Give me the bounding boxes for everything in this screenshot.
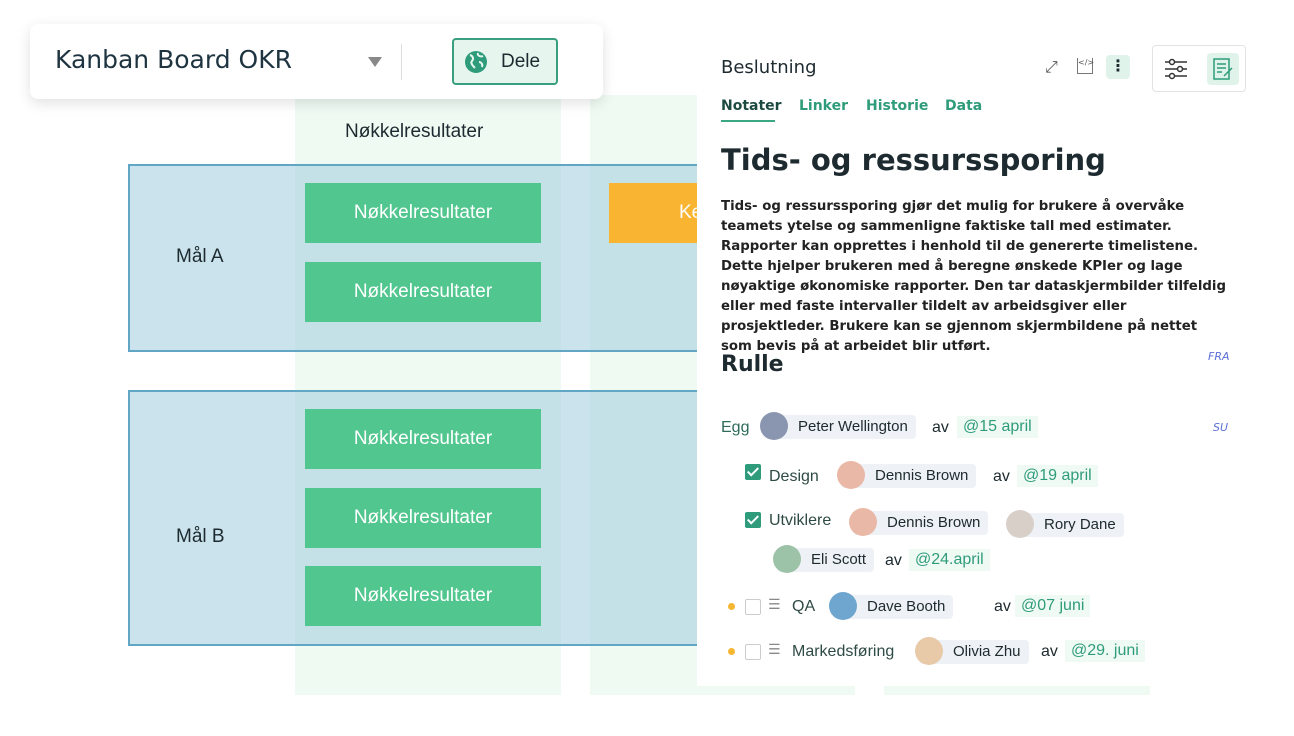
tag-su: SU <box>1213 421 1229 434</box>
role-checkbox[interactable] <box>745 599 761 615</box>
expand-icon[interactable]: ⤢ <box>1045 57 1058 77</box>
avatar <box>1006 510 1034 538</box>
role-checkbox[interactable] <box>745 644 761 660</box>
avatar <box>915 637 943 665</box>
board-title[interactable]: Kanban Board OKR <box>55 45 292 74</box>
key-result-card[interactable]: Nøkkelresultater <box>305 262 541 322</box>
share-button[interactable]: Dele <box>452 38 558 85</box>
column-header: Nøkkelresultater <box>345 121 484 142</box>
key-result-card[interactable]: Nøkkelresultater <box>305 488 541 548</box>
notes-button[interactable] <box>1207 53 1239 85</box>
avatar <box>837 461 865 489</box>
goal-label: Mål B <box>176 526 225 547</box>
role-name: Egg <box>721 419 750 436</box>
toolbar <box>1152 45 1246 92</box>
due-date[interactable]: @15 april <box>957 416 1038 438</box>
tab-data[interactable]: Data <box>945 98 982 114</box>
person-chip[interactable]: Dennis Brown <box>849 508 989 536</box>
person-chip[interactable]: Eli Scott <box>773 545 875 573</box>
tab-notater[interactable]: Notater <box>721 98 782 114</box>
person-name: Dennis Brown <box>875 467 969 484</box>
role-name: Markedsføring <box>792 643 895 660</box>
by-label: av <box>1041 643 1058 660</box>
globe-icon <box>465 51 487 73</box>
board-header: Kanban Board OKR Dele <box>30 24 603 99</box>
role-name: Utviklere <box>769 512 832 529</box>
key-result-card[interactable]: Nøkkelresultater <box>305 183 541 243</box>
share-label: Dele <box>501 51 541 72</box>
person-chip[interactable]: Peter Wellington <box>760 412 916 440</box>
person-chip[interactable]: Olivia Zhu <box>915 637 1029 665</box>
by-label: av <box>993 468 1010 485</box>
note-heading: Tids- og ressurssporing <box>721 143 1106 177</box>
divider <box>401 44 402 80</box>
due-date[interactable]: @24.april <box>909 549 990 571</box>
person-name: Olivia Zhu <box>953 643 1021 660</box>
role-name: Design <box>769 468 819 485</box>
column <box>590 686 855 695</box>
active-tab-indicator <box>721 120 775 122</box>
by-label: av <box>885 552 902 569</box>
person-name: Eli Scott <box>811 551 867 568</box>
tab-linker[interactable]: Linker <box>799 98 848 114</box>
by-label: av <box>994 598 1011 615</box>
due-date[interactable]: @29. juni <box>1065 640 1145 662</box>
note-body: Tids- og ressurssporing gjør det mulig f… <box>721 199 1226 354</box>
edit-note-icon <box>1213 58 1233 80</box>
avatar <box>773 545 801 573</box>
person-chip[interactable]: Dennis Brown <box>837 461 977 489</box>
person-name: Peter Wellington <box>798 418 908 435</box>
avatar <box>829 592 857 620</box>
key-result-card[interactable]: Nøkkelresultater <box>305 409 541 469</box>
avatar <box>849 508 877 536</box>
person-chip[interactable]: Rory Dane <box>1006 510 1124 538</box>
tag-fra: FRA <box>1208 350 1230 363</box>
due-date[interactable]: @19 april <box>1017 465 1098 487</box>
avatar <box>760 412 788 440</box>
embed-icon[interactable]: </> <box>1077 58 1094 74</box>
person-chip[interactable]: Dave Booth <box>829 592 954 620</box>
due-date[interactable]: @07 juni <box>1015 595 1091 617</box>
subtask-icon: ☰ <box>768 642 781 658</box>
person-name: Rory Dane <box>1044 516 1116 533</box>
more-options-icon[interactable]: ⋮ <box>1106 55 1130 79</box>
key-result-card[interactable]: Nøkkelresultater <box>305 566 541 626</box>
sliders-icon[interactable] <box>1164 57 1188 81</box>
goal-label: Mål A <box>176 246 224 267</box>
status-dot <box>728 648 735 655</box>
person-name: Dennis Brown <box>887 514 981 531</box>
panel-title: Beslutning <box>721 57 817 78</box>
column <box>884 686 1150 695</box>
person-name: Dave Booth <box>867 598 946 615</box>
section-heading: Rulle <box>721 352 784 377</box>
tab-historie[interactable]: Historie <box>866 98 928 114</box>
role-checkbox[interactable] <box>745 464 761 480</box>
subtask-icon: ☰ <box>768 597 781 613</box>
status-dot <box>728 603 735 610</box>
role-checkbox[interactable] <box>745 512 761 528</box>
chevron-down-icon[interactable] <box>368 57 382 67</box>
role-name: QA <box>792 598 816 615</box>
by-label: av <box>932 419 949 436</box>
